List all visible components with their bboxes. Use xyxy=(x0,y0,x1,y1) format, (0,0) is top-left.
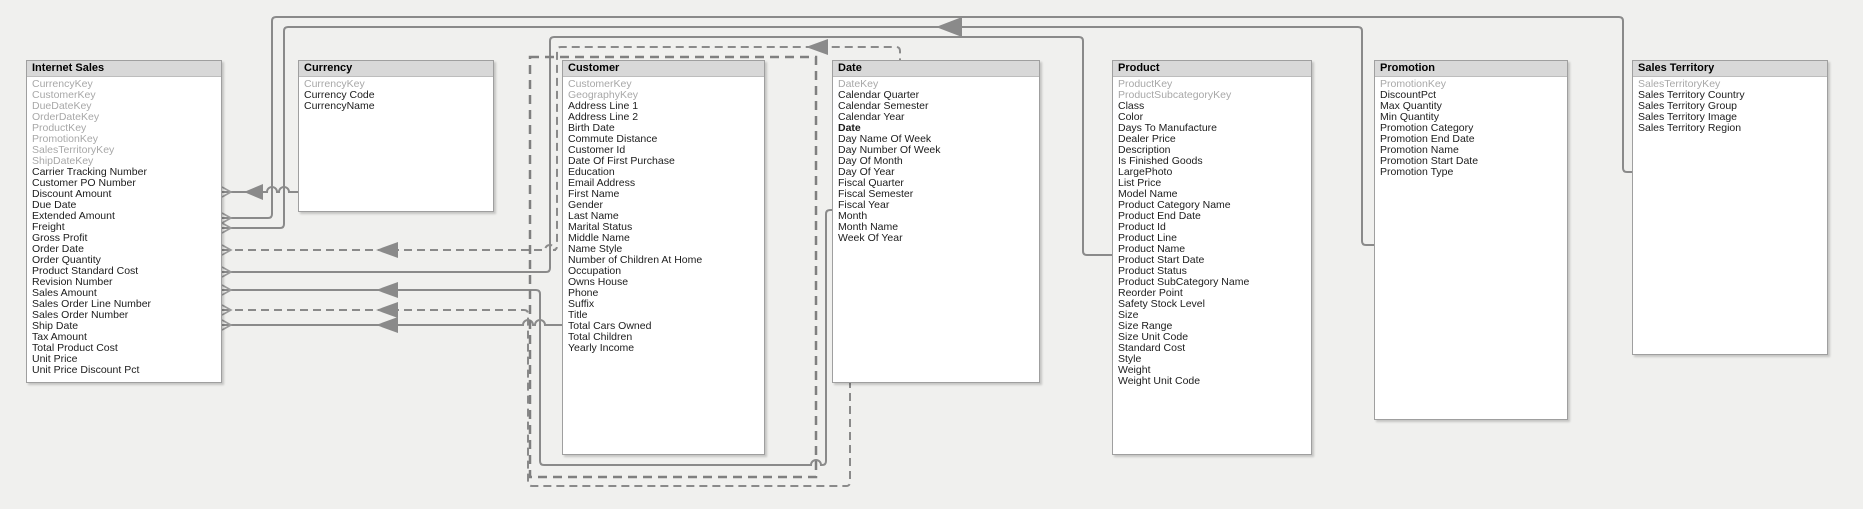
table-promotion[interactable]: PromotionPromotionKeyDiscountPctMax Quan… xyxy=(1374,60,1568,420)
field-list: SalesTerritoryKeySales Territory Country… xyxy=(1633,77,1827,134)
field-list: ProductKeyProductSubcategoryKeyClassColo… xyxy=(1113,77,1311,387)
field-yearly-income[interactable]: Yearly Income xyxy=(563,343,764,354)
arrowhead-icon xyxy=(376,282,398,298)
field-standard-cost[interactable]: Standard Cost xyxy=(1113,343,1311,354)
field-unit-price-discount-pct[interactable]: Unit Price Discount Pct xyxy=(27,365,221,376)
field-safety-stock-level[interactable]: Safety Stock Level xyxy=(1113,299,1311,310)
field-promotion-type[interactable]: Promotion Type xyxy=(1375,167,1567,178)
table-date[interactable]: DateDateKeyCalendar QuarterCalendar Seme… xyxy=(832,60,1040,383)
table-sales-territory[interactable]: Sales TerritorySalesTerritoryKeySales Te… xyxy=(1632,60,1828,355)
table-title[interactable]: Currency xyxy=(299,61,493,77)
field-sales-territory-region[interactable]: Sales Territory Region xyxy=(1633,123,1827,134)
table-customer[interactable]: CustomerCustomerKeyGeographyKeyAddress L… xyxy=(562,60,765,455)
table-title[interactable]: Product xyxy=(1113,61,1311,77)
table-currency[interactable]: CurrencyCurrencyKeyCurrency CodeCurrency… xyxy=(298,60,494,212)
arrowhead-icon xyxy=(376,317,398,333)
table-title[interactable]: Internet Sales xyxy=(27,61,221,77)
table-title[interactable]: Sales Territory xyxy=(1633,61,1827,77)
table-title[interactable]: Customer xyxy=(563,61,764,77)
arrowhead-icon xyxy=(806,39,828,55)
field-list: DateKeyCalendar QuarterCalendar Semester… xyxy=(833,77,1039,244)
crowsfoot-chevrons xyxy=(222,187,231,330)
field-week-of-year[interactable]: Week Of Year xyxy=(833,233,1039,244)
field-calendar-year[interactable]: Calendar Year xyxy=(833,112,1039,123)
diagram-canvas[interactable]: Internet SalesCurrencyKeyCustomerKeyDueD… xyxy=(0,0,1863,509)
field-list: PromotionKeyDiscountPctMax QuantityMin Q… xyxy=(1375,77,1567,178)
field-list: CurrencyKeyCustomerKeyDueDateKeyOrderDat… xyxy=(27,77,221,376)
arrowhead-icon xyxy=(936,17,962,37)
arrowhead-icon xyxy=(376,302,398,318)
table-product[interactable]: ProductProductKeyProductSubcategoryKeyCl… xyxy=(1112,60,1312,455)
table-title[interactable]: Promotion xyxy=(1375,61,1567,77)
arrowhead-icon xyxy=(244,184,263,200)
field-weight-unit-code[interactable]: Weight Unit Code xyxy=(1113,376,1311,387)
arrowhead-icon xyxy=(376,242,398,258)
table-title[interactable]: Date xyxy=(833,61,1039,77)
field-suffix[interactable]: Suffix xyxy=(563,299,764,310)
field-list: CustomerKeyGeographyKeyAddress Line 1Add… xyxy=(563,77,764,354)
field-list: CurrencyKeyCurrency CodeCurrencyName xyxy=(299,77,493,112)
table-internet-sales[interactable]: Internet SalesCurrencyKeyCustomerKeyDueD… xyxy=(26,60,222,383)
field-currencyname[interactable]: CurrencyName xyxy=(299,101,493,112)
